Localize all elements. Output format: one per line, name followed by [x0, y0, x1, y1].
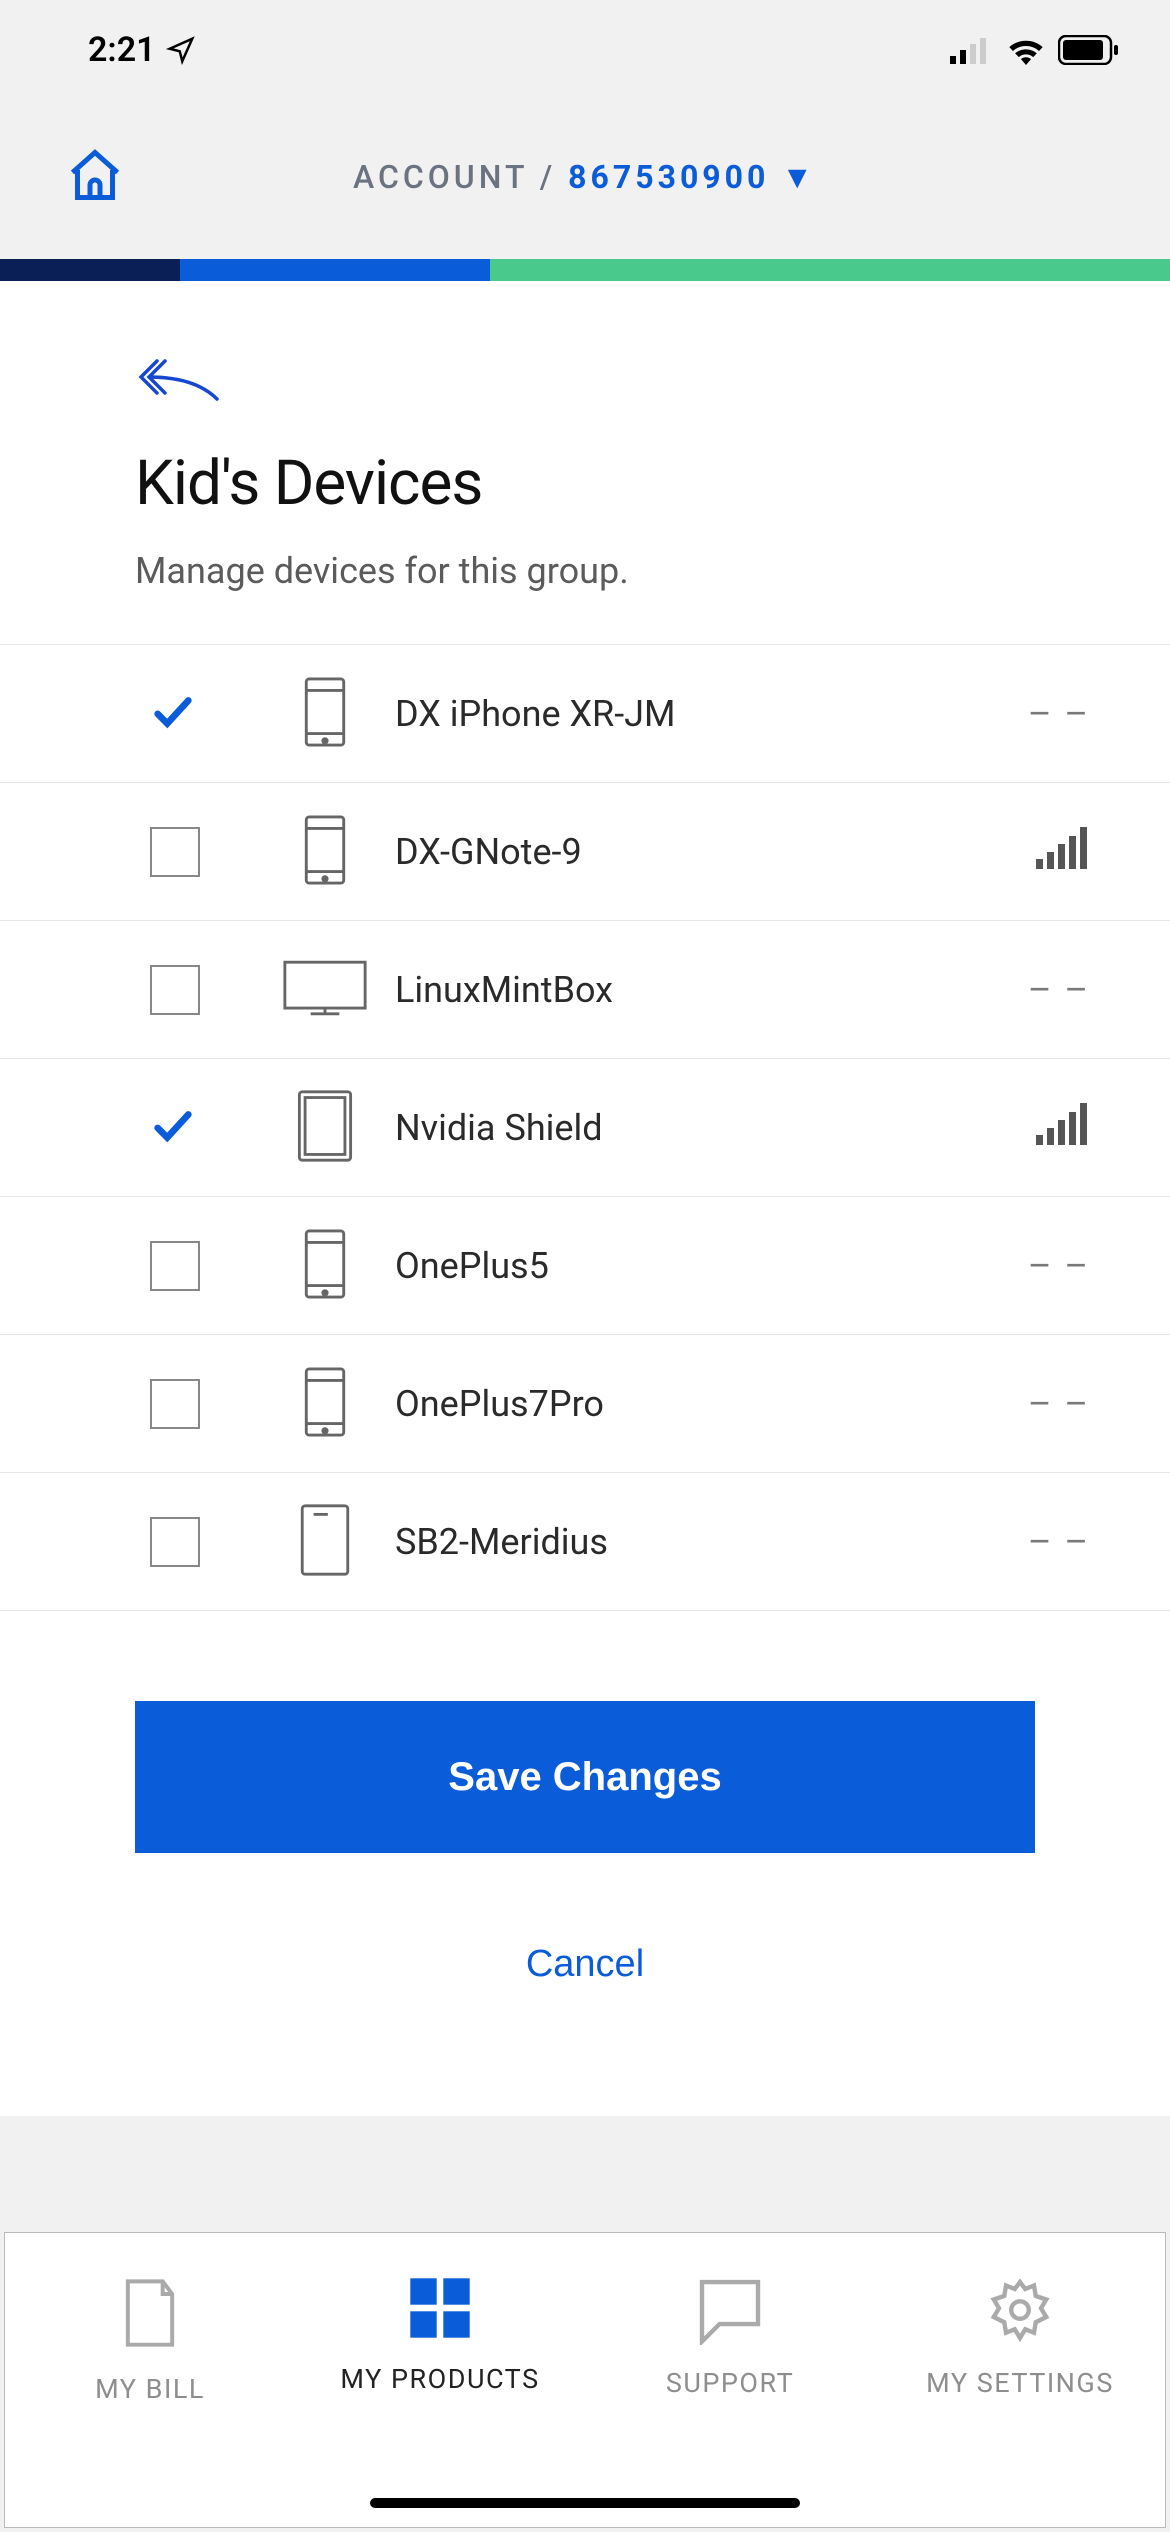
checkmark-icon[interactable]: [150, 1103, 196, 1153]
checkbox[interactable]: [150, 827, 200, 877]
no-signal-icon: – –: [990, 693, 1090, 735]
status-indicators: [950, 35, 1120, 65]
phone-icon: [302, 1366, 348, 1442]
device-name: OnePlus5: [380, 1245, 990, 1287]
signal-bars-icon: [1036, 825, 1090, 878]
checkmark-icon[interactable]: [150, 689, 196, 739]
tab-label: SUPPORT: [666, 2367, 794, 2399]
checkbox[interactable]: [150, 965, 200, 1015]
device-row[interactable]: LinuxMintBox – –: [0, 921, 1170, 1059]
tab-support[interactable]: SUPPORT: [585, 2233, 875, 2527]
status-time: 2:21: [88, 30, 196, 70]
signal-bars-icon: [1036, 1101, 1090, 1154]
device-name: LinuxMintBox: [380, 969, 990, 1011]
device-row[interactable]: DX-GNote-9: [0, 783, 1170, 921]
chevron-down-icon: ▼: [781, 158, 817, 196]
back-button[interactable]: [135, 353, 1035, 407]
home-icon[interactable]: [65, 145, 125, 209]
phone-icon: [302, 676, 348, 752]
tab-label: MY PRODUCTS: [340, 2363, 539, 2395]
cellular-signal-icon: [950, 36, 994, 64]
status-time-text: 2:21: [88, 30, 156, 70]
tab-label: MY BILL: [95, 2373, 205, 2405]
breadcrumb-account-number: 867530900: [568, 158, 769, 196]
phone-icon: [302, 814, 348, 890]
no-signal-icon: – –: [990, 1245, 1090, 1287]
home-indicator[interactable]: [370, 2498, 800, 2508]
device-list: DX iPhone XR-JM – – DX-GNote-9 LinuxMint…: [0, 645, 1170, 1611]
no-signal-icon: – –: [990, 969, 1090, 1011]
device-row[interactable]: OnePlus7Pro – –: [0, 1335, 1170, 1473]
device-row[interactable]: SB2-Meridius – –: [0, 1473, 1170, 1611]
battery-icon: [1058, 35, 1120, 65]
breadcrumb-label: ACCOUNT: [353, 158, 528, 196]
page-title: Kid's Devices: [135, 447, 1035, 520]
back-arrow-icon: [135, 353, 225, 403]
no-signal-icon: – –: [990, 1521, 1090, 1563]
breadcrumb[interactable]: ACCOUNT / 867530900 ▼: [125, 158, 1045, 196]
device-row[interactable]: DX iPhone XR-JM – –: [0, 645, 1170, 783]
phone-icon: [302, 1228, 348, 1304]
tab-my-settings[interactable]: MY SETTINGS: [875, 2233, 1165, 2527]
desktop-icon: [282, 959, 368, 1021]
checkbox[interactable]: [150, 1379, 200, 1429]
bill-icon: [117, 2275, 183, 2351]
device-row[interactable]: Nvidia Shield: [0, 1059, 1170, 1197]
save-button[interactable]: Save Changes: [135, 1701, 1035, 1853]
gear-icon: [985, 2275, 1055, 2345]
brand-divider: [0, 259, 1170, 281]
laptop-icon: [296, 1503, 354, 1581]
device-name: SB2-Meridius: [380, 1521, 990, 1563]
location-arrow-icon: [166, 35, 196, 65]
products-icon: [407, 2275, 473, 2341]
status-bar: 2:21: [0, 0, 1170, 100]
tab-my-bill[interactable]: MY BILL: [5, 2233, 295, 2527]
checkbox[interactable]: [150, 1517, 200, 1567]
tablet-icon: [296, 1089, 354, 1167]
page-subtitle: Manage devices for this group.: [135, 550, 1035, 592]
device-name: OnePlus7Pro: [380, 1383, 990, 1425]
checkbox[interactable]: [150, 1241, 200, 1291]
no-signal-icon: – –: [990, 1383, 1090, 1425]
device-name: Nvidia Shield: [380, 1107, 990, 1149]
support-icon: [695, 2275, 765, 2345]
device-row[interactable]: OnePlus5 – –: [0, 1197, 1170, 1335]
cancel-button[interactable]: Cancel: [135, 1943, 1035, 1986]
device-name: DX-GNote-9: [380, 831, 990, 873]
device-name: DX iPhone XR-JM: [380, 693, 990, 735]
app-header: ACCOUNT / 867530900 ▼: [0, 100, 1170, 259]
tab-bar: MY BILL MY PRODUCTS SUPPORT MY SETTINGS: [4, 2232, 1166, 2528]
tab-my-products[interactable]: MY PRODUCTS: [295, 2233, 585, 2527]
tab-label: MY SETTINGS: [926, 2367, 1114, 2399]
main-content: Kid's Devices Manage devices for this gr…: [0, 281, 1170, 2116]
wifi-icon: [1006, 35, 1046, 65]
